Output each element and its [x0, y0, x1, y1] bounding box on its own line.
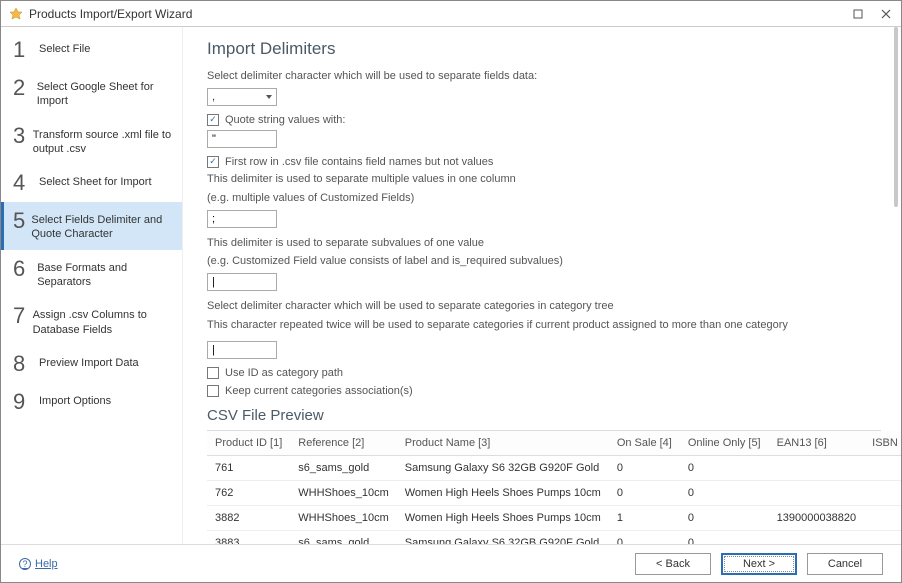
- back-button[interactable]: < Back: [635, 553, 711, 575]
- col-reference[interactable]: Reference [2]: [290, 431, 396, 456]
- maximize-button[interactable]: [851, 7, 865, 21]
- help-link[interactable]: ? Help: [19, 558, 58, 570]
- delimiter-select[interactable]: ,: [207, 88, 277, 106]
- col-ean13[interactable]: EAN13 [6]: [769, 431, 865, 456]
- step-5[interactable]: 5Select Fields Delimiter and Quote Chara…: [1, 202, 182, 250]
- step-6[interactable]: 6Base Formats and Separators: [1, 250, 182, 298]
- col-on-sale[interactable]: On Sale [4]: [609, 431, 680, 456]
- next-button[interactable]: Next >: [721, 553, 797, 575]
- cell-name: Women High Heels Shoes Pumps 10cm: [397, 505, 609, 530]
- cell-onsale: 0: [609, 455, 680, 480]
- delimiter-desc: Select delimiter character which will be…: [207, 69, 881, 84]
- quote-checkbox[interactable]: [207, 114, 219, 126]
- close-button[interactable]: [879, 7, 893, 21]
- useid-checkbox[interactable]: [207, 367, 219, 379]
- preview-table: Product ID [1] Reference [2] Product Nam…: [207, 431, 901, 544]
- cell-online: 0: [680, 505, 769, 530]
- cell-ean: [769, 480, 865, 505]
- cell-online: 0: [680, 480, 769, 505]
- cell-name: Samsung Galaxy S6 32GB G920F Gold: [397, 455, 609, 480]
- step-8[interactable]: 8Preview Import Data: [1, 345, 182, 383]
- cell-onsale: 1: [609, 505, 680, 530]
- app-icon: [9, 7, 23, 21]
- help-icon: ?: [19, 558, 31, 570]
- cell-ean: 1390000038820: [769, 505, 865, 530]
- step-4[interactable]: 4Select Sheet for Import: [1, 164, 182, 202]
- table-row[interactable]: 3883s6_sams_goldSamsung Galaxy S6 32GB G…: [207, 530, 901, 544]
- cell-ref: s6_sams_gold: [290, 530, 396, 544]
- firstrow-label: First row in .csv file contains field na…: [225, 156, 493, 168]
- page-title: Import Delimiters: [207, 39, 881, 59]
- keepcat-label: Keep current categories association(s): [225, 385, 413, 397]
- table-row[interactable]: 762WHHShoes_10cmWomen High Heels Shoes P…: [207, 480, 901, 505]
- titlebar: Products Import/Export Wizard: [1, 1, 901, 27]
- cat-desc-1: Select delimiter character which will be…: [207, 299, 881, 314]
- preview-heading: CSV File Preview: [207, 407, 881, 424]
- cell-name: Women High Heels Shoes Pumps 10cm: [397, 480, 609, 505]
- multi-desc-1: This delimiter is used to separate multi…: [207, 172, 881, 187]
- sub-desc-1: This delimiter is used to separate subva…: [207, 236, 881, 251]
- cell-ean: [769, 530, 865, 544]
- col-product-id[interactable]: Product ID [1]: [207, 431, 290, 456]
- footer: ? Help < Back Next > Cancel: [1, 544, 901, 582]
- cell-pid: 3882: [207, 505, 290, 530]
- preview-table-wrap: Product ID [1] Reference [2] Product Nam…: [207, 430, 881, 544]
- cell-ean: [769, 455, 865, 480]
- cell-onsale: 0: [609, 530, 680, 544]
- cell-pid: 761: [207, 455, 290, 480]
- cell-onsale: 0: [609, 480, 680, 505]
- quote-label: Quote string values with:: [225, 114, 345, 126]
- main-panel: Import Delimiters Select delimiter chara…: [183, 27, 901, 544]
- cat-desc-2: This character repeated twice will be us…: [207, 318, 881, 333]
- multi-desc-2: (e.g. multiple values of Customized Fiel…: [207, 191, 881, 206]
- cancel-button[interactable]: Cancel: [807, 553, 883, 575]
- sub-desc-2: (e.g. Customized Field value consists of…: [207, 254, 881, 269]
- window-title: Products Import/Export Wizard: [29, 7, 851, 21]
- cell-pid: 3883: [207, 530, 290, 544]
- step-2[interactable]: 2Select Google Sheet for Import: [1, 69, 182, 117]
- step-3[interactable]: 3Transform source .xml file to output .c…: [1, 117, 182, 165]
- keepcat-checkbox[interactable]: [207, 385, 219, 397]
- table-row[interactable]: 761s6_sams_goldSamsung Galaxy S6 32GB G9…: [207, 455, 901, 480]
- table-row[interactable]: 3882WHHShoes_10cmWomen High Heels Shoes …: [207, 505, 901, 530]
- useid-label: Use ID as category path: [225, 367, 343, 379]
- cell-online: 0: [680, 455, 769, 480]
- wizard-sidebar: 1Select File 2Select Google Sheet for Im…: [1, 27, 183, 544]
- step-7[interactable]: 7Assign .csv Columns to Database Fields: [1, 297, 182, 345]
- multi-delimiter-input[interactable]: [207, 210, 277, 228]
- table-header-row: Product ID [1] Reference [2] Product Nam…: [207, 431, 901, 456]
- scrollbar-thumb[interactable]: [894, 27, 898, 207]
- step-1[interactable]: 1Select File: [1, 31, 182, 69]
- cell-ref: WHHShoes_10cm: [290, 480, 396, 505]
- firstrow-checkbox[interactable]: [207, 156, 219, 168]
- quote-input[interactable]: [207, 130, 277, 148]
- col-online-only[interactable]: Online Only [5]: [680, 431, 769, 456]
- cell-ref: WHHShoes_10cm: [290, 505, 396, 530]
- cell-ref: s6_sams_gold: [290, 455, 396, 480]
- cell-pid: 762: [207, 480, 290, 505]
- step-9[interactable]: 9Import Options: [1, 383, 182, 421]
- cell-online: 0: [680, 530, 769, 544]
- cell-name: Samsung Galaxy S6 32GB G920F Gold: [397, 530, 609, 544]
- vertical-scrollbar[interactable]: [893, 27, 899, 542]
- sub-delimiter-input[interactable]: [207, 273, 277, 291]
- col-product-name[interactable]: Product Name [3]: [397, 431, 609, 456]
- category-delimiter-input[interactable]: [207, 341, 277, 359]
